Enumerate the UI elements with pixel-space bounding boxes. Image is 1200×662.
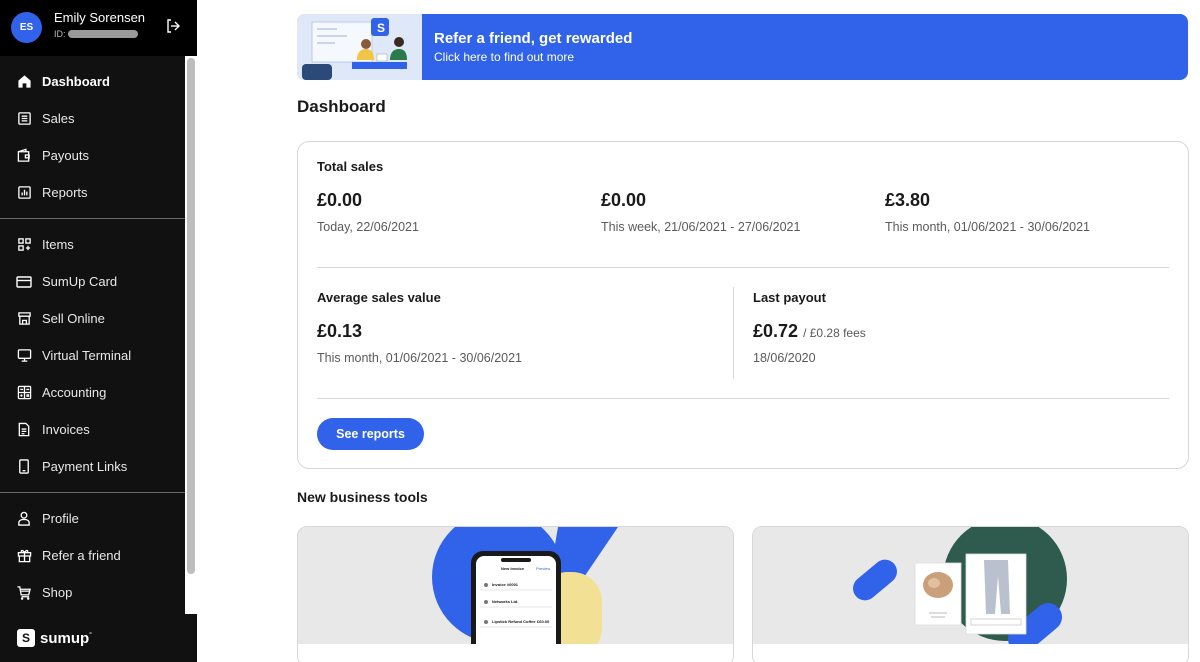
svg-text:S: S xyxy=(377,21,385,35)
card-vertical-divider xyxy=(733,287,734,379)
sidebar: ES Emily Sorensen ID: Dashboard Sales Pa… xyxy=(0,0,197,662)
sales-summary-card: Total sales £0.00 Today, 22/06/2021 £0.0… xyxy=(297,141,1189,469)
gift-icon xyxy=(16,548,32,564)
grid-icon xyxy=(16,237,32,253)
sidebar-item-payouts[interactable]: Payouts xyxy=(0,137,185,174)
online-store-illustration xyxy=(753,527,1188,662)
today-sales-period: Today, 22/06/2021 xyxy=(317,220,419,234)
refer-banner-illustration: S xyxy=(297,14,422,80)
invoice-preview-amount: £60.00 xyxy=(537,619,550,624)
invoice-preview-row: Networks Ltd. xyxy=(492,599,519,604)
month-sales-period: This month, 01/06/2021 - 30/06/2021 xyxy=(885,220,1091,234)
sidebar-item-label: Dashboard xyxy=(42,74,110,89)
wallet-icon xyxy=(16,148,32,164)
chart-icon xyxy=(16,185,32,201)
monitor-icon xyxy=(16,348,32,364)
invoice-preview-header: New Invoice xyxy=(501,566,525,571)
month-sales-amount: £3.80 xyxy=(885,190,931,210)
user-id: ID: xyxy=(54,29,138,39)
invoice-preview-row: Invoice #0001 xyxy=(492,582,519,587)
sidebar-divider xyxy=(0,218,185,219)
sidebar-item-label: Sell Online xyxy=(42,311,105,326)
last-payout-title: Last payout xyxy=(753,290,826,305)
invoices-illustration xyxy=(298,527,733,662)
page-title: Dashboard xyxy=(297,97,386,116)
last-payout-date: 18/06/2020 xyxy=(753,351,816,365)
total-sales-title: Total sales xyxy=(317,159,384,174)
calculator-icon xyxy=(16,385,32,401)
document-icon xyxy=(16,422,32,438)
sidebar-scroll-area: Dashboard Sales Payouts Reports Items Su… xyxy=(0,56,197,614)
sidebar-item-label: SumUp Card xyxy=(42,274,118,289)
sidebar-item-label: Shop xyxy=(42,585,73,600)
sidebar-item-profile[interactable]: Profile xyxy=(0,500,185,537)
invoice-preview-action: Preview xyxy=(536,566,551,571)
sumup-logo-text: sumup° xyxy=(40,629,92,647)
sidebar-item-label: Profile xyxy=(42,511,79,526)
sidebar-item-label: Virtual Terminal xyxy=(42,348,132,363)
sidebar-item-accounting[interactable]: Accounting xyxy=(0,374,185,411)
store-icon xyxy=(16,311,32,327)
card-divider xyxy=(317,398,1169,399)
today-sales-amount: £0.00 xyxy=(317,190,363,210)
online-store-tool-card-body xyxy=(753,644,1188,662)
cart-icon xyxy=(16,585,32,601)
sidebar-item-refer-a-friend[interactable]: Refer a friend xyxy=(0,537,185,574)
sidebar-item-sales[interactable]: Sales xyxy=(0,100,185,137)
card-icon xyxy=(16,274,32,290)
week-sales-period: This week, 21/06/2021 - 27/06/2021 xyxy=(601,220,801,234)
sidebar-item-sumup-card[interactable]: SumUp Card xyxy=(0,263,185,300)
invoices-tool-card[interactable]: New Invoice Preview Invoice #0001 Networ… xyxy=(297,526,734,662)
business-tools-title: New business tools xyxy=(297,489,428,505)
sidebar-item-label: Reports xyxy=(42,185,88,200)
sidebar-item-shop[interactable]: Shop xyxy=(0,574,185,611)
last-payout-amount: £0.72 xyxy=(753,321,799,341)
sidebar-item-dashboard[interactable]: Dashboard xyxy=(0,63,185,100)
average-sales-period: This month, 01/06/2021 - 30/06/2021 xyxy=(317,351,523,365)
user-id-label: ID: xyxy=(54,29,66,39)
last-payout-fees: / £0.28 fees xyxy=(803,326,866,340)
week-sales-amount: £0.00 xyxy=(601,190,647,210)
refer-banner-title: Refer a friend, get rewarded xyxy=(434,30,633,47)
sumup-logo[interactable]: S sumup° xyxy=(0,614,197,662)
user-id-masked xyxy=(67,30,138,38)
person-icon xyxy=(16,511,32,527)
sidebar-item-sell-online[interactable]: Sell Online xyxy=(0,300,185,337)
sidebar-scrollbar[interactable] xyxy=(187,58,195,574)
sidebar-item-label: Sales xyxy=(42,111,75,126)
sidebar-item-label: Invoices xyxy=(42,422,90,437)
user-name: Emily Sorensen xyxy=(54,10,146,25)
home-icon xyxy=(16,74,32,90)
refer-banner[interactable]: S Refer a friend, get rewarded Click her… xyxy=(297,14,1188,80)
sidebar-item-label: Items xyxy=(42,237,74,252)
refer-banner-subtitle: Click here to find out more xyxy=(434,50,575,64)
sidebar-item-label: Payment Links xyxy=(42,459,128,474)
sidebar-item-virtual-terminal[interactable]: Virtual Terminal xyxy=(0,337,185,374)
avatar[interactable]: ES xyxy=(11,12,42,43)
invoice-preview-row: Lipstick Refund Coffee xyxy=(492,619,536,624)
sidebar-item-reports[interactable]: Reports xyxy=(0,174,185,211)
sidebar-item-label: Accounting xyxy=(42,385,107,400)
average-sales-amount: £0.13 xyxy=(317,321,363,341)
last-payout-amount-row: £0.72 / £0.28 fees xyxy=(753,321,866,342)
sidebar-menu: Dashboard Sales Payouts Reports Items Su… xyxy=(0,56,185,614)
sidebar-divider xyxy=(0,492,185,493)
receipt-icon xyxy=(16,111,32,127)
average-sales-title: Average sales value xyxy=(317,290,441,305)
sidebar-item-payment-links[interactable]: Payment Links xyxy=(0,448,185,485)
user-box: ES Emily Sorensen ID: xyxy=(0,0,197,56)
sidebar-item-label: Refer a friend xyxy=(42,548,121,563)
sumup-logo-mark: S xyxy=(17,629,35,647)
sidebar-item-invoices[interactable]: Invoices xyxy=(0,411,185,448)
invoices-tool-card-body xyxy=(298,644,733,662)
phone-icon xyxy=(16,459,32,475)
sidebar-item-label: Payouts xyxy=(42,148,89,163)
card-divider xyxy=(317,267,1169,268)
online-store-tool-card[interactable] xyxy=(752,526,1189,662)
sidebar-item-items[interactable]: Items xyxy=(0,226,185,263)
see-reports-button[interactable]: See reports xyxy=(317,418,424,450)
logout-icon[interactable] xyxy=(165,18,181,34)
